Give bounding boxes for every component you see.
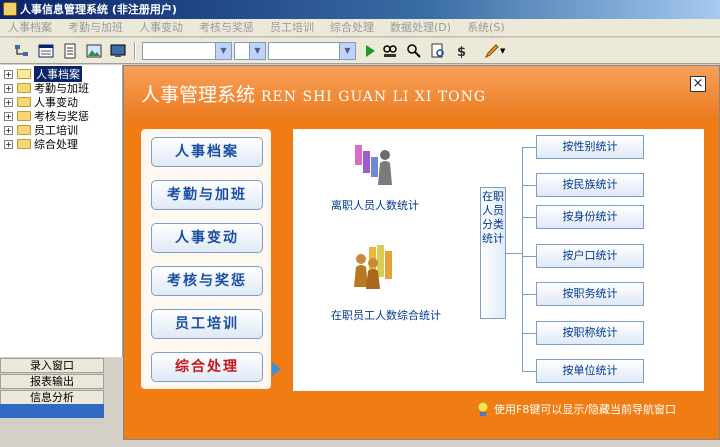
module-button-assessment[interactable]: 考核与奖惩 [151, 266, 263, 296]
stat-by-unit-button[interactable]: 按单位统计 [536, 359, 644, 383]
expand-icon[interactable]: + [4, 83, 13, 93]
tree-item-personnel-records[interactable]: + 人事档案 [4, 66, 82, 82]
connector-line [522, 333, 536, 334]
hint-text: 使用F8键可以显示/隐藏当前导航窗口 [494, 403, 677, 416]
run-icon[interactable] [360, 41, 380, 61]
connector-line [522, 185, 536, 186]
filter-select-2[interactable]: ▼ [234, 42, 266, 60]
menu-item-comprehensive[interactable]: 综合处理 [322, 19, 382, 36]
resigned-stats-link[interactable]: 离职人员人数统计 [331, 197, 419, 213]
preview-icon[interactable] [428, 41, 448, 61]
connector-line [522, 371, 536, 372]
expand-icon[interactable]: + [4, 139, 13, 149]
chevron-down-icon[interactable]: ▼ [500, 47, 505, 55]
main-panel: 人事管理系统 REN SHI GUAN LI XI TONG × 人事档案 考勤与… [123, 65, 720, 440]
page-title: 人事管理系统 REN SHI GUAN LI XI TONG [141, 80, 486, 107]
form-icon[interactable] [36, 41, 56, 61]
connector-line [522, 147, 536, 148]
toolbar: ▼ ▼ ▼ $ ▼ [0, 38, 720, 64]
tree-item-assessment[interactable]: + 考核与奖惩 [4, 109, 89, 123]
nav-entry-window[interactable]: 录入窗口 [0, 358, 104, 373]
left-nav-panel: 录入窗口 报表输出 信息分析 [0, 358, 104, 447]
app-icon [3, 2, 17, 16]
title-text: 人事管理系统 [141, 84, 256, 106]
tree-item-comprehensive[interactable]: + 综合处理 [4, 137, 78, 151]
pencil-icon[interactable] [482, 41, 502, 61]
menu-bar: 人事档案 考勤与加班 人事变动 考核与奖惩 员工培训 综合处理 数据处理(D) … [0, 19, 720, 37]
stat-by-gender-button[interactable]: 按性别统计 [536, 135, 644, 159]
menu-item-assessment[interactable]: 考核与奖惩 [191, 19, 262, 36]
filter-select-1[interactable]: ▼ [142, 42, 232, 60]
menu-item-system[interactable]: 系统(S) [459, 19, 513, 36]
expand-icon[interactable]: + [4, 125, 13, 135]
navigation-tree: + 人事档案 + 考勤与加班 + 人事变动 + 考核与奖惩 + 员工培训 + 综… [0, 65, 123, 357]
nav-selection-bar [0, 404, 104, 418]
expand-icon[interactable]: + [4, 69, 13, 79]
monitor-icon[interactable] [108, 41, 128, 61]
find-next-icon[interactable] [404, 41, 424, 61]
folder-icon [17, 125, 31, 135]
tree-item-changes[interactable]: + 人事变动 [4, 95, 78, 109]
expand-icon[interactable]: + [4, 97, 13, 107]
menu-item-attendance[interactable]: 考勤与加班 [60, 19, 131, 36]
tree-item-attendance[interactable]: + 考勤与加班 [4, 81, 89, 95]
module-button-comprehensive[interactable]: 综合处理 [151, 352, 263, 382]
connector-line [506, 253, 522, 254]
window-title-bar: 人事信息管理系统 (非注册用户) [0, 0, 720, 19]
category-stats-box: 在职人员分类统计 [480, 187, 506, 319]
connector-line [522, 217, 536, 218]
filter-select-3[interactable]: ▼ [268, 42, 356, 60]
stat-by-title-button[interactable]: 按职称统计 [536, 321, 644, 345]
menu-item-changes[interactable]: 人事变动 [131, 19, 191, 36]
lightbulb-icon [477, 401, 489, 416]
menu-item-personnel-records[interactable]: 人事档案 [0, 19, 60, 36]
stat-by-household-button[interactable]: 按户口统计 [536, 244, 644, 268]
module-button-changes[interactable]: 人事变动 [151, 223, 263, 253]
statistics-panel: 离职人员人数统计 在职员工人数综合统计 在职人员分类统计 按性别统计 按民族统计… [293, 129, 704, 391]
tree-item-training[interactable]: + 员工培训 [4, 123, 78, 137]
document-icon[interactable] [60, 41, 80, 61]
module-button-panel: 人事档案 考勤与加班 人事变动 考核与奖惩 员工培训 综合处理 [141, 129, 271, 389]
connector-line [522, 294, 536, 295]
folder-icon [17, 139, 31, 149]
tree-item-label: 综合处理 [34, 138, 78, 151]
find-icon[interactable] [380, 41, 400, 61]
status-bar [123, 440, 720, 447]
module-button-attendance[interactable]: 考勤与加班 [151, 180, 263, 210]
f8-hint: 使用F8键可以显示/隐藏当前导航窗口 [476, 401, 676, 417]
menu-item-training[interactable]: 员工培训 [262, 19, 322, 36]
expand-icon[interactable]: + [4, 111, 13, 121]
nav-report-output[interactable]: 报表输出 [0, 374, 104, 389]
module-button-personnel-records[interactable]: 人事档案 [151, 137, 263, 167]
dollar-icon[interactable]: $ [452, 41, 472, 61]
folder-open-icon [17, 69, 31, 79]
toolbar-separator [134, 42, 136, 60]
resigned-people-icon[interactable] [351, 141, 401, 192]
title-pinyin: REN SHI GUAN LI XI TONG [261, 89, 487, 105]
close-button[interactable]: × [690, 76, 706, 92]
menu-item-data[interactable]: 数据处理(D) [382, 19, 459, 36]
employed-stats-link[interactable]: 在职员工人数综合统计 [331, 307, 441, 323]
folder-icon [17, 111, 31, 121]
header-band: 人事管理系统 REN SHI GUAN LI XI TONG × [124, 66, 719, 121]
window-title: 人事信息管理系统 (非注册用户) [20, 3, 177, 16]
connector-line [522, 147, 523, 371]
tree-view-icon[interactable] [12, 41, 32, 61]
folder-icon [17, 83, 31, 93]
folder-icon [17, 97, 31, 107]
connector-line [522, 256, 536, 257]
nav-info-analysis[interactable]: 信息分析 [0, 390, 104, 405]
stat-by-identity-button[interactable]: 按身份统计 [536, 205, 644, 229]
pointer-arrow-icon [272, 362, 281, 376]
stat-by-ethnicity-button[interactable]: 按民族统计 [536, 173, 644, 197]
svg-text:$: $ [457, 45, 466, 59]
module-button-training[interactable]: 员工培训 [151, 309, 263, 339]
stat-by-position-button[interactable]: 按职务统计 [536, 282, 644, 306]
picture-icon[interactable] [84, 41, 104, 61]
employed-people-icon[interactable] [351, 243, 401, 294]
